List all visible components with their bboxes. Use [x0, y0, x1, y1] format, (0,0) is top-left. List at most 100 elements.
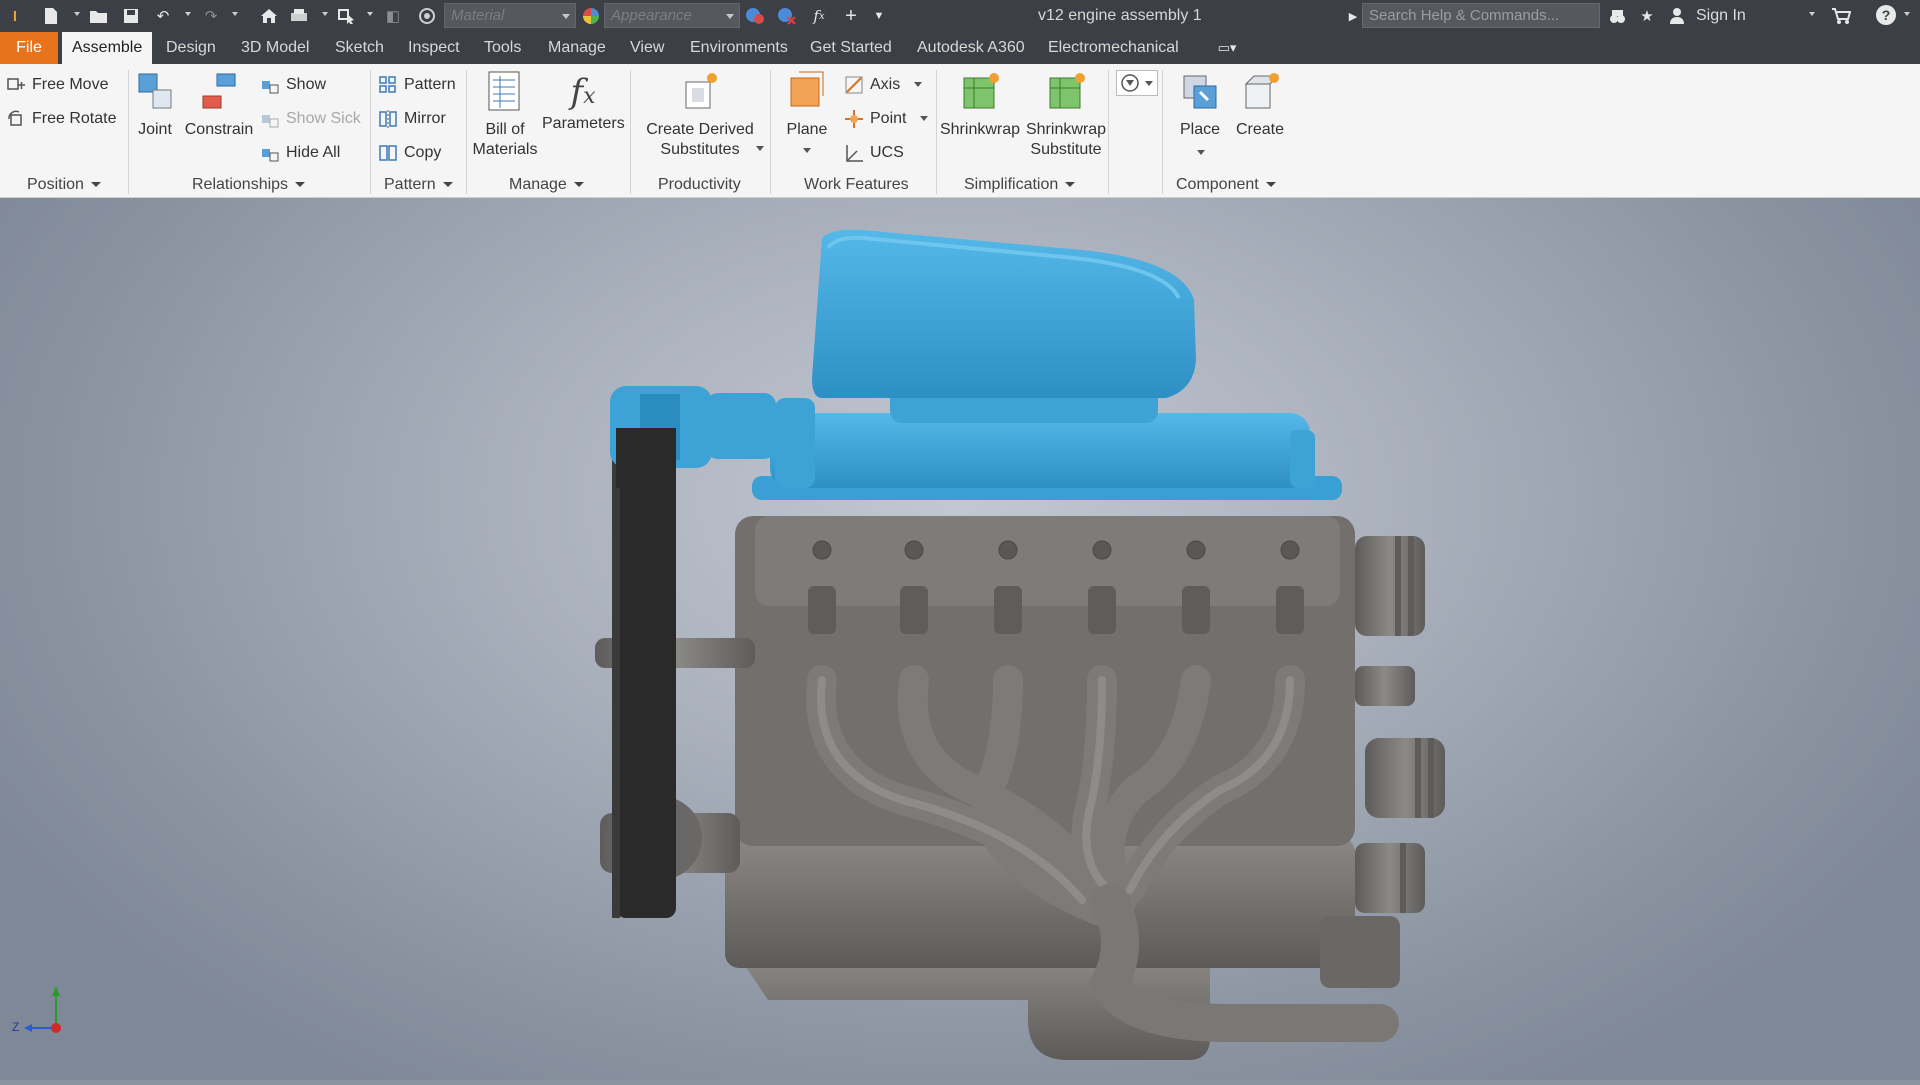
tab-design[interactable]: Design: [156, 32, 226, 64]
tab-electromechanical[interactable]: Electromechanical: [1038, 32, 1189, 64]
pattern-icon: [379, 76, 396, 93]
show-button[interactable]: Show: [260, 72, 326, 98]
new-file-icon[interactable]: [40, 5, 62, 27]
undo-dropdown-icon[interactable]: [185, 12, 191, 16]
tab-sketch[interactable]: Sketch: [325, 32, 394, 64]
bill-of-materials-button[interactable]: Bill of Materials: [470, 70, 540, 160]
tab-autodesk-a360[interactable]: Autodesk A360: [907, 32, 1035, 64]
update-icon[interactable]: [416, 5, 438, 27]
cart-icon[interactable]: [1830, 5, 1852, 27]
inventor-logo-icon[interactable]: I: [4, 5, 26, 27]
tab-environments[interactable]: Environments: [680, 32, 798, 64]
ucs-button[interactable]: UCS: [844, 140, 904, 166]
axis-dropdown-icon[interactable]: [914, 82, 922, 87]
drive-belt: [616, 428, 676, 918]
shrinkwrap-button[interactable]: Shrinkwrap: [938, 70, 1022, 140]
save-icon[interactable]: [120, 5, 142, 27]
tab-get-started[interactable]: Get Started: [800, 32, 902, 64]
tab-inspect[interactable]: Inspect: [398, 32, 470, 64]
relationships-panel-title[interactable]: Relationships: [192, 176, 306, 194]
open-icon[interactable]: [88, 5, 110, 27]
free-move-button[interactable]: Free Move: [6, 72, 108, 98]
manage-panel-title[interactable]: Manage: [509, 176, 584, 194]
place-dropdown-icon[interactable]: [1197, 150, 1205, 155]
panel-visibility-icon[interactable]: ▭▾: [1216, 37, 1238, 59]
tab-tools[interactable]: Tools: [474, 32, 531, 64]
free-rotate-icon: [8, 110, 22, 126]
new-dropdown-icon[interactable]: [74, 12, 80, 16]
material-combo-text: Material: [451, 7, 505, 24]
show-sick-button[interactable]: Show Sick: [260, 106, 361, 132]
material-combo[interactable]: Material: [444, 3, 576, 28]
ucs-icon: [846, 145, 863, 162]
engine-model[interactable]: [0, 198, 1920, 1080]
redo-icon[interactable]: ↷: [200, 5, 222, 27]
hide-all-button[interactable]: Hide All: [260, 140, 340, 166]
free-rotate-button[interactable]: Free Rotate: [6, 106, 116, 132]
point-button[interactable]: Point: [844, 106, 906, 132]
tab-assemble[interactable]: Assemble: [62, 32, 153, 64]
undo-icon[interactable]: ↶: [152, 5, 174, 27]
panel-separator: [1108, 70, 1109, 194]
clear-appearance-icon[interactable]: [776, 5, 798, 27]
sign-in-dropdown-icon[interactable]: [1809, 12, 1815, 16]
work-features-panel-title: Work Features: [804, 176, 909, 194]
selection-filter-dropdown[interactable]: [1116, 70, 1158, 96]
tab-file[interactable]: File: [0, 32, 58, 64]
component-panel-title[interactable]: Component: [1176, 176, 1276, 194]
adjust-icon[interactable]: ◧: [382, 5, 404, 27]
print-icon[interactable]: [288, 5, 310, 27]
help-search-input[interactable]: Search Help & Commands...: [1362, 3, 1600, 28]
view-triad[interactable]: Z: [12, 978, 72, 1048]
hide-all-label: Hide All: [286, 144, 341, 161]
plane-dropdown-icon[interactable]: [803, 148, 811, 153]
print-dropdown-icon[interactable]: [322, 12, 328, 16]
intake-manifold-selected[interactable]: [610, 229, 1342, 500]
tab-3d-model[interactable]: 3D Model: [231, 32, 319, 64]
mirror-button[interactable]: Mirror: [378, 106, 446, 132]
place-button[interactable]: Place: [1172, 70, 1228, 140]
tab-view[interactable]: View: [620, 32, 674, 64]
ribbon-panel: Free Move Free Rotate Position Joint Con…: [0, 64, 1920, 198]
copy-button[interactable]: Copy: [378, 140, 441, 166]
sign-in-link[interactable]: Sign In: [1696, 7, 1746, 25]
simplification-panel-title[interactable]: Simplification: [964, 176, 1076, 194]
help-icon[interactable]: ?: [1876, 5, 1896, 25]
derived-substitutes-icon: [685, 73, 717, 109]
relationships-title-text: Relationships: [192, 176, 289, 193]
pattern-panel-title[interactable]: Pattern: [384, 176, 453, 194]
appearance-combo[interactable]: Appearance: [604, 3, 740, 28]
create-component-button[interactable]: Create: [1232, 70, 1288, 140]
derived-dropdown-icon[interactable]: [756, 146, 764, 151]
favorites-star-icon[interactable]: ★: [1636, 5, 1658, 27]
exhaust-outlet: [1320, 916, 1400, 988]
position-panel-title[interactable]: Position: [27, 176, 101, 194]
graphics-viewport[interactable]: Z: [0, 198, 1920, 1080]
parameters-button[interactable]: fx Parameters: [542, 70, 625, 134]
axis-icon: [845, 76, 863, 94]
select-icon[interactable]: [336, 5, 358, 27]
select-dropdown-icon[interactable]: [367, 12, 373, 16]
customize-quick-access-icon[interactable]: ▼: [868, 5, 890, 27]
create-derived-substitutes-button[interactable]: Create Derived Substitutes: [640, 70, 760, 160]
help-dropdown-icon[interactable]: [1904, 12, 1910, 16]
joint-button[interactable]: Joint: [130, 70, 180, 140]
shrinkwrap-substitute-button[interactable]: Shrinkwrap Substitute: [1024, 70, 1108, 160]
point-dropdown-icon[interactable]: [920, 116, 928, 121]
tab-manage[interactable]: Manage: [538, 32, 616, 64]
search-expand-icon[interactable]: ▶: [1342, 5, 1364, 27]
user-icon[interactable]: [1666, 5, 1688, 27]
search-binoculars-icon[interactable]: [1606, 5, 1628, 27]
adjust-appearance-icon[interactable]: [744, 5, 766, 27]
redo-dropdown-icon[interactable]: [232, 12, 238, 16]
plane-button[interactable]: Plane: [778, 70, 836, 140]
bom-label-line1: Bill of: [485, 121, 525, 138]
home-icon[interactable]: [258, 5, 280, 27]
axis-button[interactable]: Axis: [844, 72, 900, 98]
add-icon[interactable]: +: [840, 5, 862, 27]
shrinkwrap-label: Shrinkwrap: [939, 121, 1021, 138]
panel-separator: [466, 70, 467, 194]
pattern-button[interactable]: Pattern: [378, 72, 456, 98]
parameters-fx-icon[interactable]: fx: [808, 5, 830, 27]
constrain-button[interactable]: Constrain: [184, 70, 254, 140]
